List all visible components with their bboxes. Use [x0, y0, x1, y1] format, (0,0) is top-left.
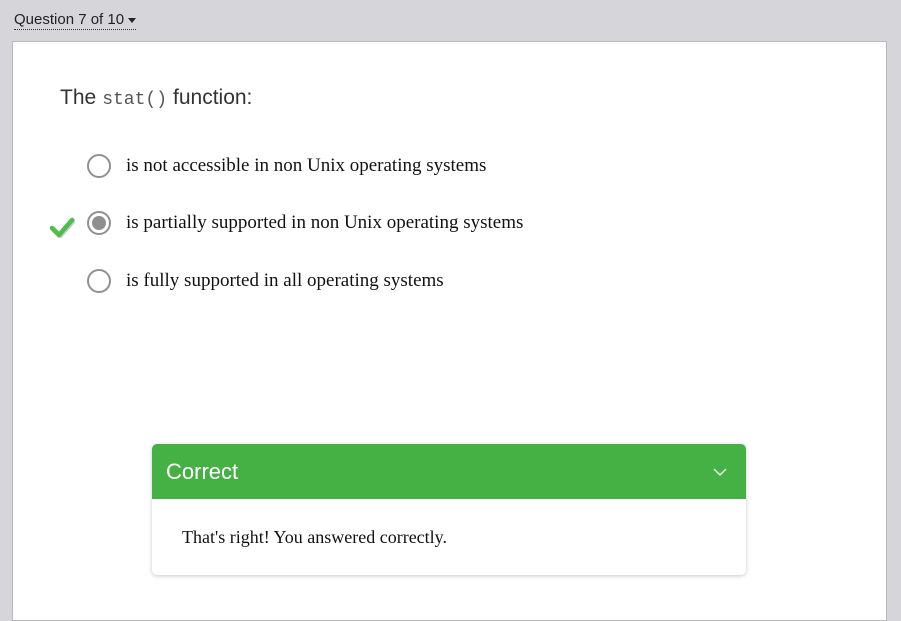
feedback-body: That's right! You answered correctly. [152, 499, 746, 575]
question-nav-dropdown[interactable]: Question 7 of 10 [14, 11, 137, 30]
answer-option-1[interactable]: is not accessible in non Unix operating … [87, 154, 486, 178]
feedback-panel: Correct That's right! You answered corre… [152, 444, 746, 575]
question-card: The stat() function: is not accessible i… [12, 41, 887, 621]
feedback-header[interactable]: Correct [152, 444, 746, 499]
question-code: stat() [102, 90, 167, 110]
question-nav-label: Question 7 of 10 [14, 11, 125, 28]
top-bar: Question 7 of 10 [0, 0, 901, 42]
feedback-title: Correct [166, 458, 239, 484]
question-suffix: function: [173, 86, 253, 109]
answer-option-2[interactable]: is partially supported in non Unix opera… [87, 211, 523, 235]
answer-label: is fully supported in all operating syst… [126, 270, 444, 291]
feedback-message: That's right! You answered correctly. [182, 526, 448, 547]
answer-option-3[interactable]: is fully supported in all operating syst… [87, 269, 444, 293]
radio-button[interactable] [87, 269, 111, 293]
answer-label: is not accessible in non Unix operating … [126, 155, 487, 176]
chevron-down-icon[interactable] [712, 467, 728, 477]
caret-down-icon [128, 17, 137, 23]
question-text: The stat() function: [60, 86, 252, 110]
radio-button[interactable] [87, 211, 111, 235]
radio-button[interactable] [87, 154, 111, 178]
answer-label: is partially supported in non Unix opera… [126, 212, 524, 233]
question-prefix: The [60, 86, 97, 109]
checkmark-icon [49, 217, 75, 238]
